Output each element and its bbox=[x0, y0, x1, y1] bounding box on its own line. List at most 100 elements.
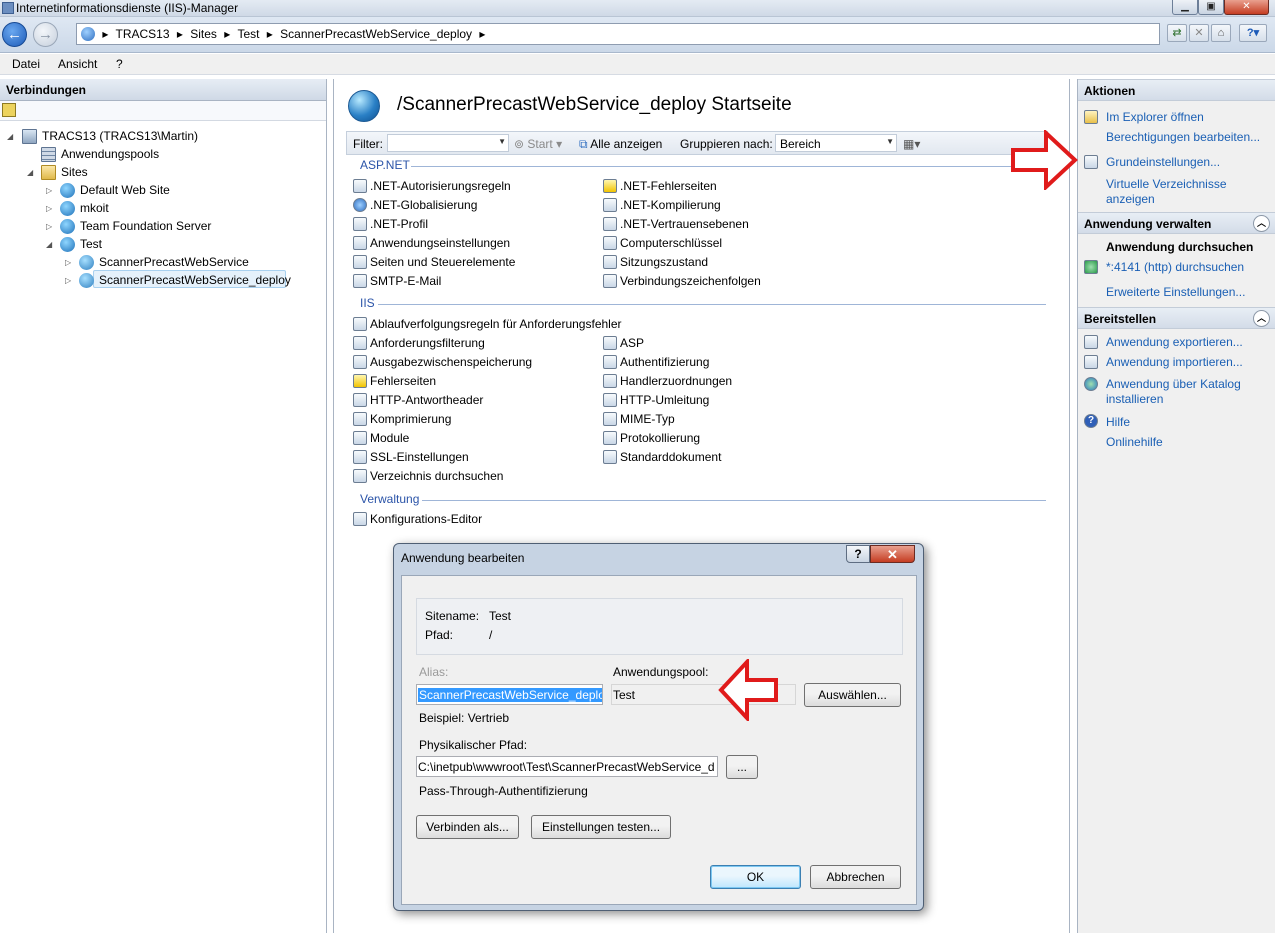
menu-help[interactable]: ? bbox=[116, 57, 123, 71]
dialog-help-button[interactable]: ? bbox=[846, 545, 870, 563]
tree-node-sites[interactable]: Sites bbox=[61, 165, 88, 179]
dialog-close-button[interactable]: ✕ bbox=[870, 545, 915, 563]
tree-node-test[interactable]: Test bbox=[80, 237, 102, 251]
home-icon[interactable]: ⌂ bbox=[1211, 24, 1231, 42]
path-label: Pfad: bbox=[425, 628, 454, 642]
close-button[interactable]: ✕ bbox=[1224, 0, 1269, 15]
compression-icon bbox=[353, 412, 367, 426]
feature-item[interactable]: Verbindungszeichenfolgen bbox=[620, 274, 761, 288]
tree-node-scanner[interactable]: ScannerPrecastWebService bbox=[99, 255, 249, 269]
collapse-icon[interactable]: ︿ bbox=[1253, 215, 1270, 232]
feature-item[interactable]: Ablaufverfolgungsregeln für Anforderungs… bbox=[370, 317, 622, 331]
deploy-header: Bereitstellen ︿ bbox=[1078, 307, 1275, 329]
group-by-select[interactable]: Bereich ▼ bbox=[775, 134, 897, 152]
action-virtual-dirs[interactable]: Virtuelle Verzeichnisse bbox=[1106, 177, 1227, 191]
feature-item[interactable]: MIME-Typ bbox=[620, 412, 675, 426]
cancel-button[interactable]: Abbrechen bbox=[810, 865, 901, 889]
web-app-icon bbox=[79, 273, 94, 288]
action-export[interactable]: Anwendung exportieren... bbox=[1106, 335, 1243, 349]
feature-item[interactable]: Module bbox=[370, 431, 409, 445]
select-pool-button[interactable]: Auswählen... bbox=[804, 683, 901, 707]
connect-as-button[interactable]: Verbinden als... bbox=[416, 815, 519, 839]
ok-button[interactable]: OK bbox=[710, 865, 801, 889]
tree-node-scanner-deploy[interactable]: ScannerPrecastWebService_deploy bbox=[99, 273, 291, 287]
action-browse-4141[interactable]: *:4141 (http) durchsuchen bbox=[1106, 260, 1244, 274]
action-basic-settings[interactable]: Grundeinstellungen... bbox=[1106, 155, 1220, 169]
feature-item[interactable]: .NET-Vertrauensebenen bbox=[620, 217, 749, 231]
action-edit-permissions[interactable]: Berechtigungen bearbeiten... bbox=[1106, 130, 1260, 144]
failed-request-tracing-icon bbox=[353, 317, 367, 331]
action-online-help[interactable]: Onlinehilfe bbox=[1106, 435, 1163, 449]
menu-datei[interactable]: Datei bbox=[12, 57, 40, 71]
mime-types-icon bbox=[603, 412, 617, 426]
feature-item[interactable]: .NET-Profil bbox=[370, 217, 428, 231]
action-virtual-dirs-2[interactable]: anzeigen bbox=[1106, 192, 1155, 206]
breadcrumb-tracs13[interactable]: TRACS13 bbox=[116, 27, 170, 41]
feature-item[interactable]: Ausgabezwischenspeicherung bbox=[370, 355, 532, 369]
connect-icon[interactable] bbox=[2, 103, 16, 117]
feature-item[interactable]: Seiten und Steuerelemente bbox=[370, 255, 515, 269]
maximize-button[interactable]: ▣ bbox=[1198, 0, 1224, 15]
alias-input[interactable]: ScannerPrecastWebService_deploy bbox=[416, 684, 603, 705]
feature-item[interactable]: ASP bbox=[620, 336, 644, 350]
feature-item[interactable]: Anwendungseinstellungen bbox=[370, 236, 510, 250]
physical-path-input[interactable]: C:\inetpub\wwwroot\Test\ScannerPrecastWe… bbox=[416, 756, 718, 777]
action-install-gallery[interactable]: Anwendung über Katalog bbox=[1106, 377, 1241, 391]
compilation-icon bbox=[603, 198, 617, 212]
feature-item[interactable]: Computerschlüssel bbox=[620, 236, 722, 250]
feature-item[interactable]: Authentifizierung bbox=[620, 355, 709, 369]
dialog-title: Anwendung bearbeiten bbox=[401, 551, 525, 565]
breadcrumb-sites[interactable]: Sites bbox=[190, 27, 217, 41]
globe-icon bbox=[60, 183, 75, 198]
feature-item[interactable]: Konfigurations-Editor bbox=[370, 512, 482, 526]
feature-item[interactable]: Komprimierung bbox=[370, 412, 451, 426]
forward-icon[interactable]: → bbox=[33, 22, 58, 47]
collapse-icon[interactable]: ︿ bbox=[1253, 310, 1270, 327]
minimize-button[interactable]: ▁ bbox=[1172, 0, 1198, 15]
refresh-icon[interactable]: ⇄ bbox=[1167, 24, 1187, 42]
feature-item[interactable]: SSL-Einstellungen bbox=[370, 450, 469, 464]
start-button[interactable]: ⊚ Start ▾ bbox=[514, 137, 562, 151]
address-bar[interactable]: ▸ TRACS13 ▸ Sites ▸ Test ▸ ScannerPrecas… bbox=[76, 23, 1160, 45]
filter-input[interactable]: ▼ bbox=[387, 134, 509, 152]
browse-path-button[interactable]: ... bbox=[726, 755, 758, 779]
back-icon[interactable]: ← bbox=[2, 22, 27, 47]
action-install-gallery-2[interactable]: installieren bbox=[1106, 392, 1163, 406]
feature-item[interactable]: .NET-Globalisierung bbox=[370, 198, 477, 212]
help-icon: ? bbox=[1084, 414, 1098, 428]
view-toggle-icon[interactable]: ▦▾ bbox=[903, 137, 920, 151]
menu-ansicht[interactable]: Ansicht bbox=[58, 57, 97, 71]
feature-item[interactable]: Protokollierung bbox=[620, 431, 700, 445]
action-open-explorer[interactable]: Im Explorer öffnen bbox=[1106, 110, 1204, 124]
tree-node-server[interactable]: TRACS13 (TRACS13\Martin) bbox=[42, 129, 198, 143]
page-title: /ScannerPrecastWebService_deploy Startse… bbox=[397, 94, 792, 115]
menu-bar: Datei Ansicht ? bbox=[0, 54, 1275, 75]
action-advanced-settings[interactable]: Erweiterte Einstellungen... bbox=[1106, 285, 1245, 299]
feature-item[interactable]: HTTP-Umleitung bbox=[620, 393, 709, 407]
feature-item[interactable]: Fehlerseiten bbox=[370, 374, 436, 388]
test-settings-button[interactable]: Einstellungen testen... bbox=[531, 815, 671, 839]
breadcrumb-test[interactable]: Test bbox=[237, 27, 259, 41]
feature-item[interactable]: .NET-Kompilierung bbox=[620, 198, 721, 212]
feature-item[interactable]: HTTP-Antwortheader bbox=[370, 393, 483, 407]
feature-item[interactable]: .NET-Autorisierungsregeln bbox=[370, 179, 511, 193]
feature-item[interactable]: Handlerzuordnungen bbox=[620, 374, 732, 388]
help-icon[interactable]: ?▾ bbox=[1239, 24, 1267, 42]
tree-node-mkoit[interactable]: mkoit bbox=[80, 201, 109, 215]
tree-node-default-web-site[interactable]: Default Web Site bbox=[80, 183, 170, 197]
feature-item[interactable]: .NET-Fehlerseiten bbox=[620, 179, 717, 193]
breadcrumb-app[interactable]: ScannerPrecastWebService_deploy bbox=[280, 27, 472, 41]
tree-node-app-pools[interactable]: Anwendungspools bbox=[61, 147, 159, 161]
feature-item[interactable]: Sitzungszustand bbox=[620, 255, 708, 269]
stop-icon[interactable]: ✕ bbox=[1189, 24, 1209, 42]
feature-item[interactable]: Standarddokument bbox=[620, 450, 721, 464]
feature-item[interactable]: Verzeichnis durchsuchen bbox=[370, 469, 503, 483]
connections-panel: Verbindungen ◢ TRACS13 (TRACS13\Martin) … bbox=[0, 79, 327, 933]
tree-node-tfs[interactable]: Team Foundation Server bbox=[80, 219, 211, 233]
section-aspnet: ASP.NET bbox=[360, 158, 410, 172]
feature-item[interactable]: SMTP-E-Mail bbox=[370, 274, 441, 288]
feature-item[interactable]: Anforderungsfilterung bbox=[370, 336, 485, 350]
action-import[interactable]: Anwendung importieren... bbox=[1106, 355, 1243, 369]
show-all-button[interactable]: ⧉ Alle anzeigen bbox=[579, 137, 662, 152]
action-help[interactable]: Hilfe bbox=[1106, 415, 1130, 429]
